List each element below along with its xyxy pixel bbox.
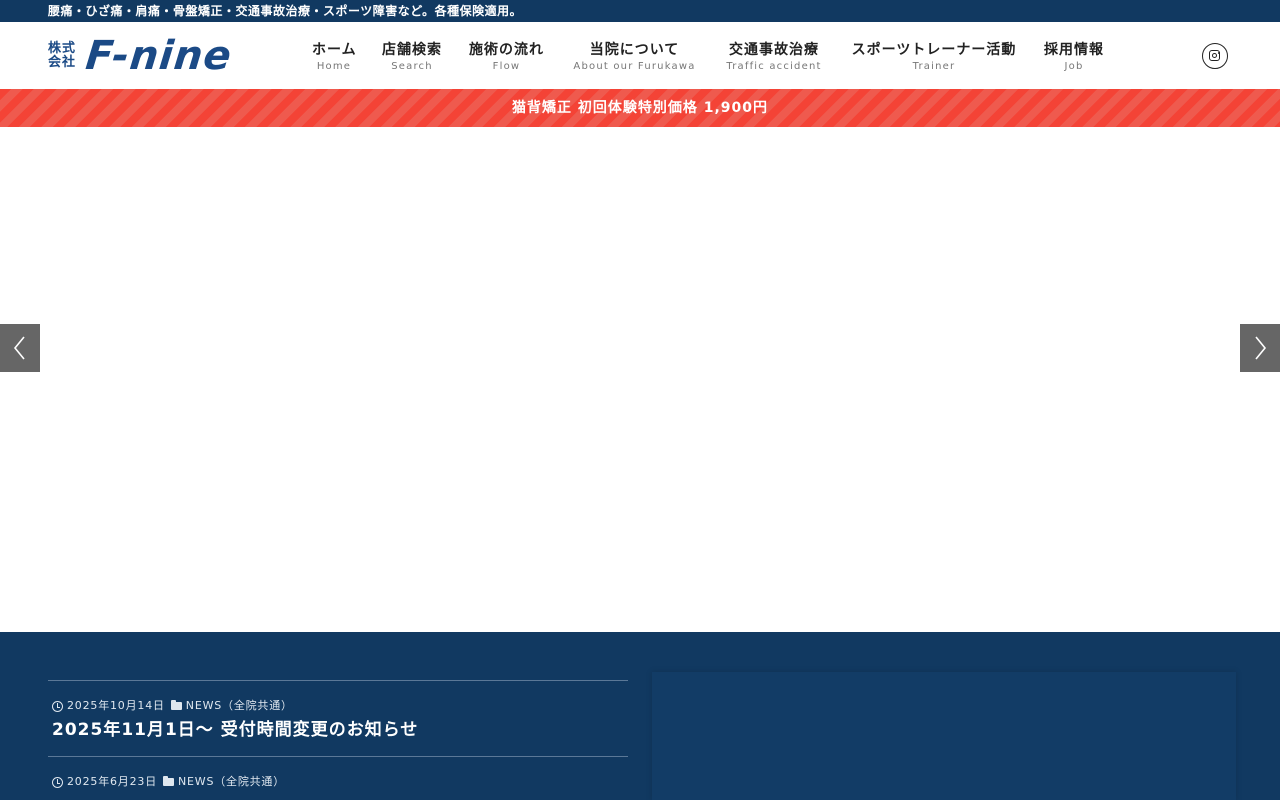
- news-section: 2025年10月14日 NEWS（全院共通） 2025年11月1日〜 受付時間変…: [0, 632, 1280, 800]
- nav-item-label: スポーツトレーナー活動: [851, 42, 1017, 58]
- nav-item-search[interactable]: 店舗検索 Search: [381, 41, 443, 73]
- top-info-text: 腰痛・ひざ痛・肩痛・骨盤矯正・交通事故治療・スポーツ障害など。各種保険適用。: [48, 4, 523, 18]
- logo-kaisha-line2: 会社: [48, 55, 77, 70]
- promo-banner[interactable]: 猫背矯正 初回体験特別価格 1,900円: [0, 89, 1280, 127]
- nav-item-sublabel: Flow: [492, 61, 521, 72]
- news-list: 2025年10月14日 NEWS（全院共通） 2025年11月1日〜 受付時間変…: [48, 680, 628, 800]
- nav-item-sublabel: Trainer: [912, 61, 956, 72]
- nav-item-flow[interactable]: 施術の流れ Flow: [468, 41, 545, 73]
- nav-item-sublabel: Traffic accident: [726, 61, 822, 72]
- logo-company-type: 株式 会社: [48, 42, 76, 70]
- nav-item-label: 店舗検索: [382, 42, 442, 58]
- news-meta: 2025年6月23日 NEWS（全院共通）: [52, 775, 624, 789]
- chevron-right-icon: [1255, 336, 1267, 360]
- site-header: 株式 会社 F-nine ホーム Home 店舗検索 Search 施術の流れ …: [0, 22, 1280, 89]
- hero-slider: [0, 127, 1280, 632]
- nav-item-sublabel: About our Furukawa: [573, 61, 696, 72]
- nav-item-sublabel: Job: [1064, 61, 1084, 72]
- instagram-icon[interactable]: [1202, 43, 1228, 69]
- nav-item-traffic-accident[interactable]: 交通事故治療 Traffic accident: [724, 41, 824, 73]
- nav-item-trainer[interactable]: スポーツトレーナー活動 Trainer: [849, 41, 1019, 73]
- clock-icon: [52, 700, 63, 712]
- clock-icon: [52, 776, 63, 788]
- news-date: 2025年10月14日: [67, 699, 165, 712]
- chevron-left-icon: [13, 336, 25, 360]
- site-logo[interactable]: 株式 会社 F-nine: [48, 33, 235, 79]
- news-meta: 2025年10月14日 NEWS（全院共通）: [52, 699, 624, 713]
- folder-icon: [163, 776, 174, 786]
- promo-text: 猫背矯正 初回体験特別価格 1,900円: [511, 100, 769, 116]
- nav-item-label: 施術の流れ: [469, 42, 544, 58]
- nav-item-sublabel: Search: [391, 61, 433, 72]
- slider-next-button[interactable]: [1240, 324, 1280, 372]
- folder-icon: [170, 700, 182, 710]
- news-date: 2025年6月23日: [67, 775, 157, 788]
- news-item[interactable]: 2025年6月23日 NEWS（全院共通）: [48, 756, 628, 800]
- slider-prev-button[interactable]: [0, 324, 40, 372]
- news-title: 2025年11月1日〜 受付時間変更のお知らせ: [52, 720, 419, 740]
- news-side-panel: [652, 672, 1236, 800]
- nav-item-job[interactable]: 採用情報 Job: [1043, 41, 1105, 73]
- nav-item-label: 交通事故治療: [729, 42, 819, 58]
- nav-item-sublabel: Home: [316, 61, 352, 72]
- news-category: NEWS（全院共通）: [178, 775, 286, 788]
- logo-kaisha-line1: 株式: [48, 41, 77, 56]
- nav-item-about[interactable]: 当院について About our Furukawa: [571, 41, 698, 73]
- nav-item-label: 当院について: [589, 42, 680, 58]
- nav-item-home[interactable]: ホーム Home: [312, 41, 356, 73]
- logo-brand-mark: F-nine: [83, 33, 235, 79]
- top-info-bar: 腰痛・ひざ痛・肩痛・骨盤矯正・交通事故治療・スポーツ障害など。各種保険適用。: [0, 0, 1280, 22]
- news-item[interactable]: 2025年10月14日 NEWS（全院共通） 2025年11月1日〜 受付時間変…: [48, 680, 628, 756]
- nav-item-label: ホーム: [312, 42, 357, 58]
- news-category: NEWS（全院共通）: [185, 699, 293, 712]
- nav-item-label: 採用情報: [1044, 42, 1104, 58]
